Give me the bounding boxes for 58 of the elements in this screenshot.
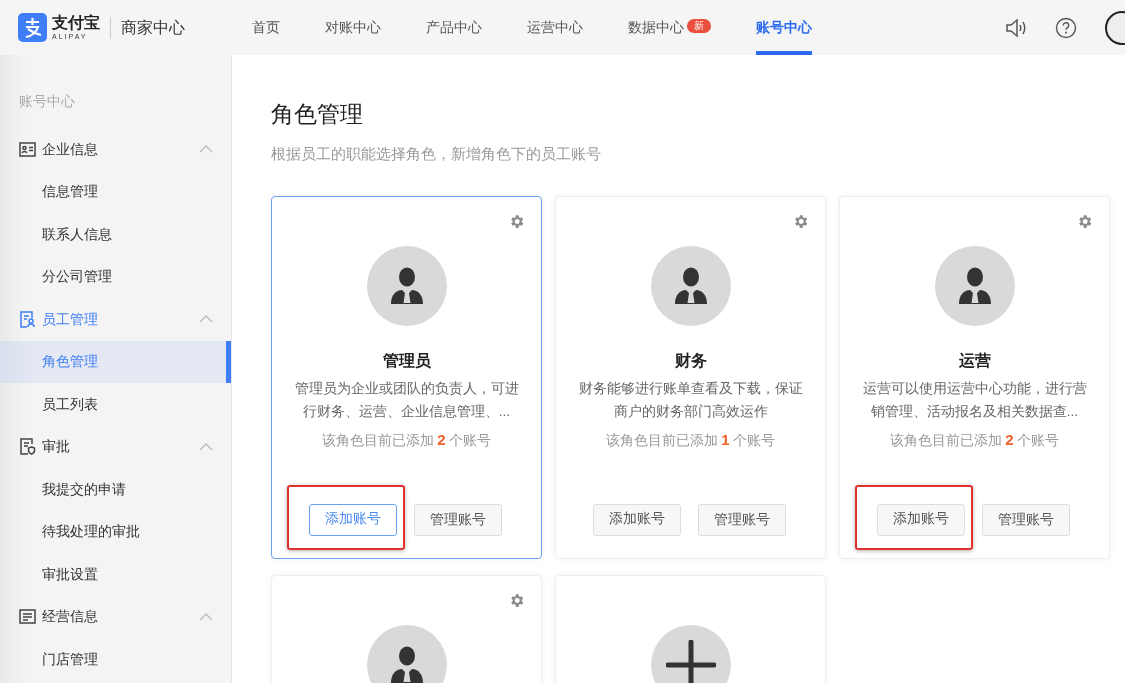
document-shield-icon: [19, 438, 36, 456]
nav-tab[interactable]: 对账中心: [325, 0, 381, 55]
nav-tab[interactable]: 产品中心: [426, 0, 482, 55]
help-icon[interactable]: [1055, 16, 1077, 39]
role-title: 管理员: [382, 350, 431, 371]
sidebar-item[interactable]: 待我处理的审批: [0, 510, 231, 553]
role-description: 运营可以使用运营中心功能，进行营销管理、活动报名及相关数据查...: [861, 379, 1088, 421]
role-title: 运营: [958, 350, 991, 371]
sidebar-group[interactable]: 经营信息: [0, 595, 231, 638]
sidebar-item[interactable]: 员工列表: [0, 383, 231, 426]
sidebar-item[interactable]: 门店管理: [0, 638, 231, 681]
chevron-up-icon[interactable]: [199, 442, 213, 451]
sidebar-group[interactable]: 企业信息: [0, 128, 231, 171]
person-icon: [958, 265, 991, 306]
role-description: 管理员为企业或团队的负责人，可进行财务、运营、企业信息管理、...: [293, 379, 520, 421]
account-count-text: 该角色目前已添加 1 个账号: [605, 429, 776, 450]
product-name: 商家中心: [121, 17, 185, 38]
sidebar-item[interactable]: 联系人信息: [0, 213, 231, 256]
sidebar-item[interactable]: 分公司管理: [0, 255, 231, 298]
add-account-button[interactable]: 添加账号: [309, 503, 397, 536]
add-account-button[interactable]: 添加账号: [593, 503, 681, 536]
sidebar-group[interactable]: 员工管理: [0, 298, 231, 341]
account-count-text: 该角色目前已添加 2 个账号: [889, 429, 1060, 450]
document-person-icon: [19, 310, 36, 328]
chevron-up-icon[interactable]: [199, 145, 213, 154]
manage-account-button[interactable]: 管理账号: [414, 504, 502, 536]
account-count-text: 该角色目前已添加 2 个账号: [321, 429, 492, 450]
chevron-up-icon[interactable]: [199, 315, 213, 324]
sidebar-group[interactable]: 审批: [0, 425, 231, 468]
logo-text: 支付宝: [52, 15, 100, 31]
speaker-icon[interactable]: [1005, 17, 1027, 38]
settings-icon[interactable]: [508, 591, 525, 609]
settings-icon[interactable]: [508, 212, 525, 230]
role-title: 财务: [674, 350, 707, 371]
plus-icon: [665, 639, 716, 683]
person-icon: [390, 644, 423, 683]
new-badge: 新: [687, 19, 711, 33]
add-account-button[interactable]: 添加账号: [877, 503, 965, 536]
page-subtitle: 根据员工的职能选择角色，新增角色下的员工账号: [271, 144, 602, 164]
logo-icon: [18, 13, 47, 42]
person-icon: [674, 265, 707, 306]
page-title: 角色管理: [271, 100, 364, 129]
id-card-icon: [19, 141, 36, 157]
role-description: 财务能够进行账单查看及下载，保证商户的财务部门高效运作: [577, 379, 804, 421]
settings-icon[interactable]: [1076, 212, 1093, 230]
nav-tab[interactable]: 运营中心: [527, 0, 583, 55]
manage-account-button[interactable]: 管理账号: [982, 504, 1070, 536]
list-document-icon: [19, 609, 36, 625]
nav-tab[interactable]: 数据中心: [628, 0, 684, 55]
chevron-up-icon[interactable]: [199, 612, 213, 621]
sidebar-item[interactable]: 审批设置: [0, 553, 231, 596]
nav-tab[interactable]: 首页: [252, 0, 280, 55]
sidebar-title: 账号中心: [18, 93, 76, 111]
person-icon: [390, 265, 423, 306]
sidebar-item[interactable]: 信息管理: [0, 170, 231, 213]
sidebar-item[interactable]: 我提交的申请: [0, 468, 231, 511]
manage-account-button[interactable]: 管理账号: [698, 504, 786, 536]
settings-icon[interactable]: [792, 212, 809, 230]
